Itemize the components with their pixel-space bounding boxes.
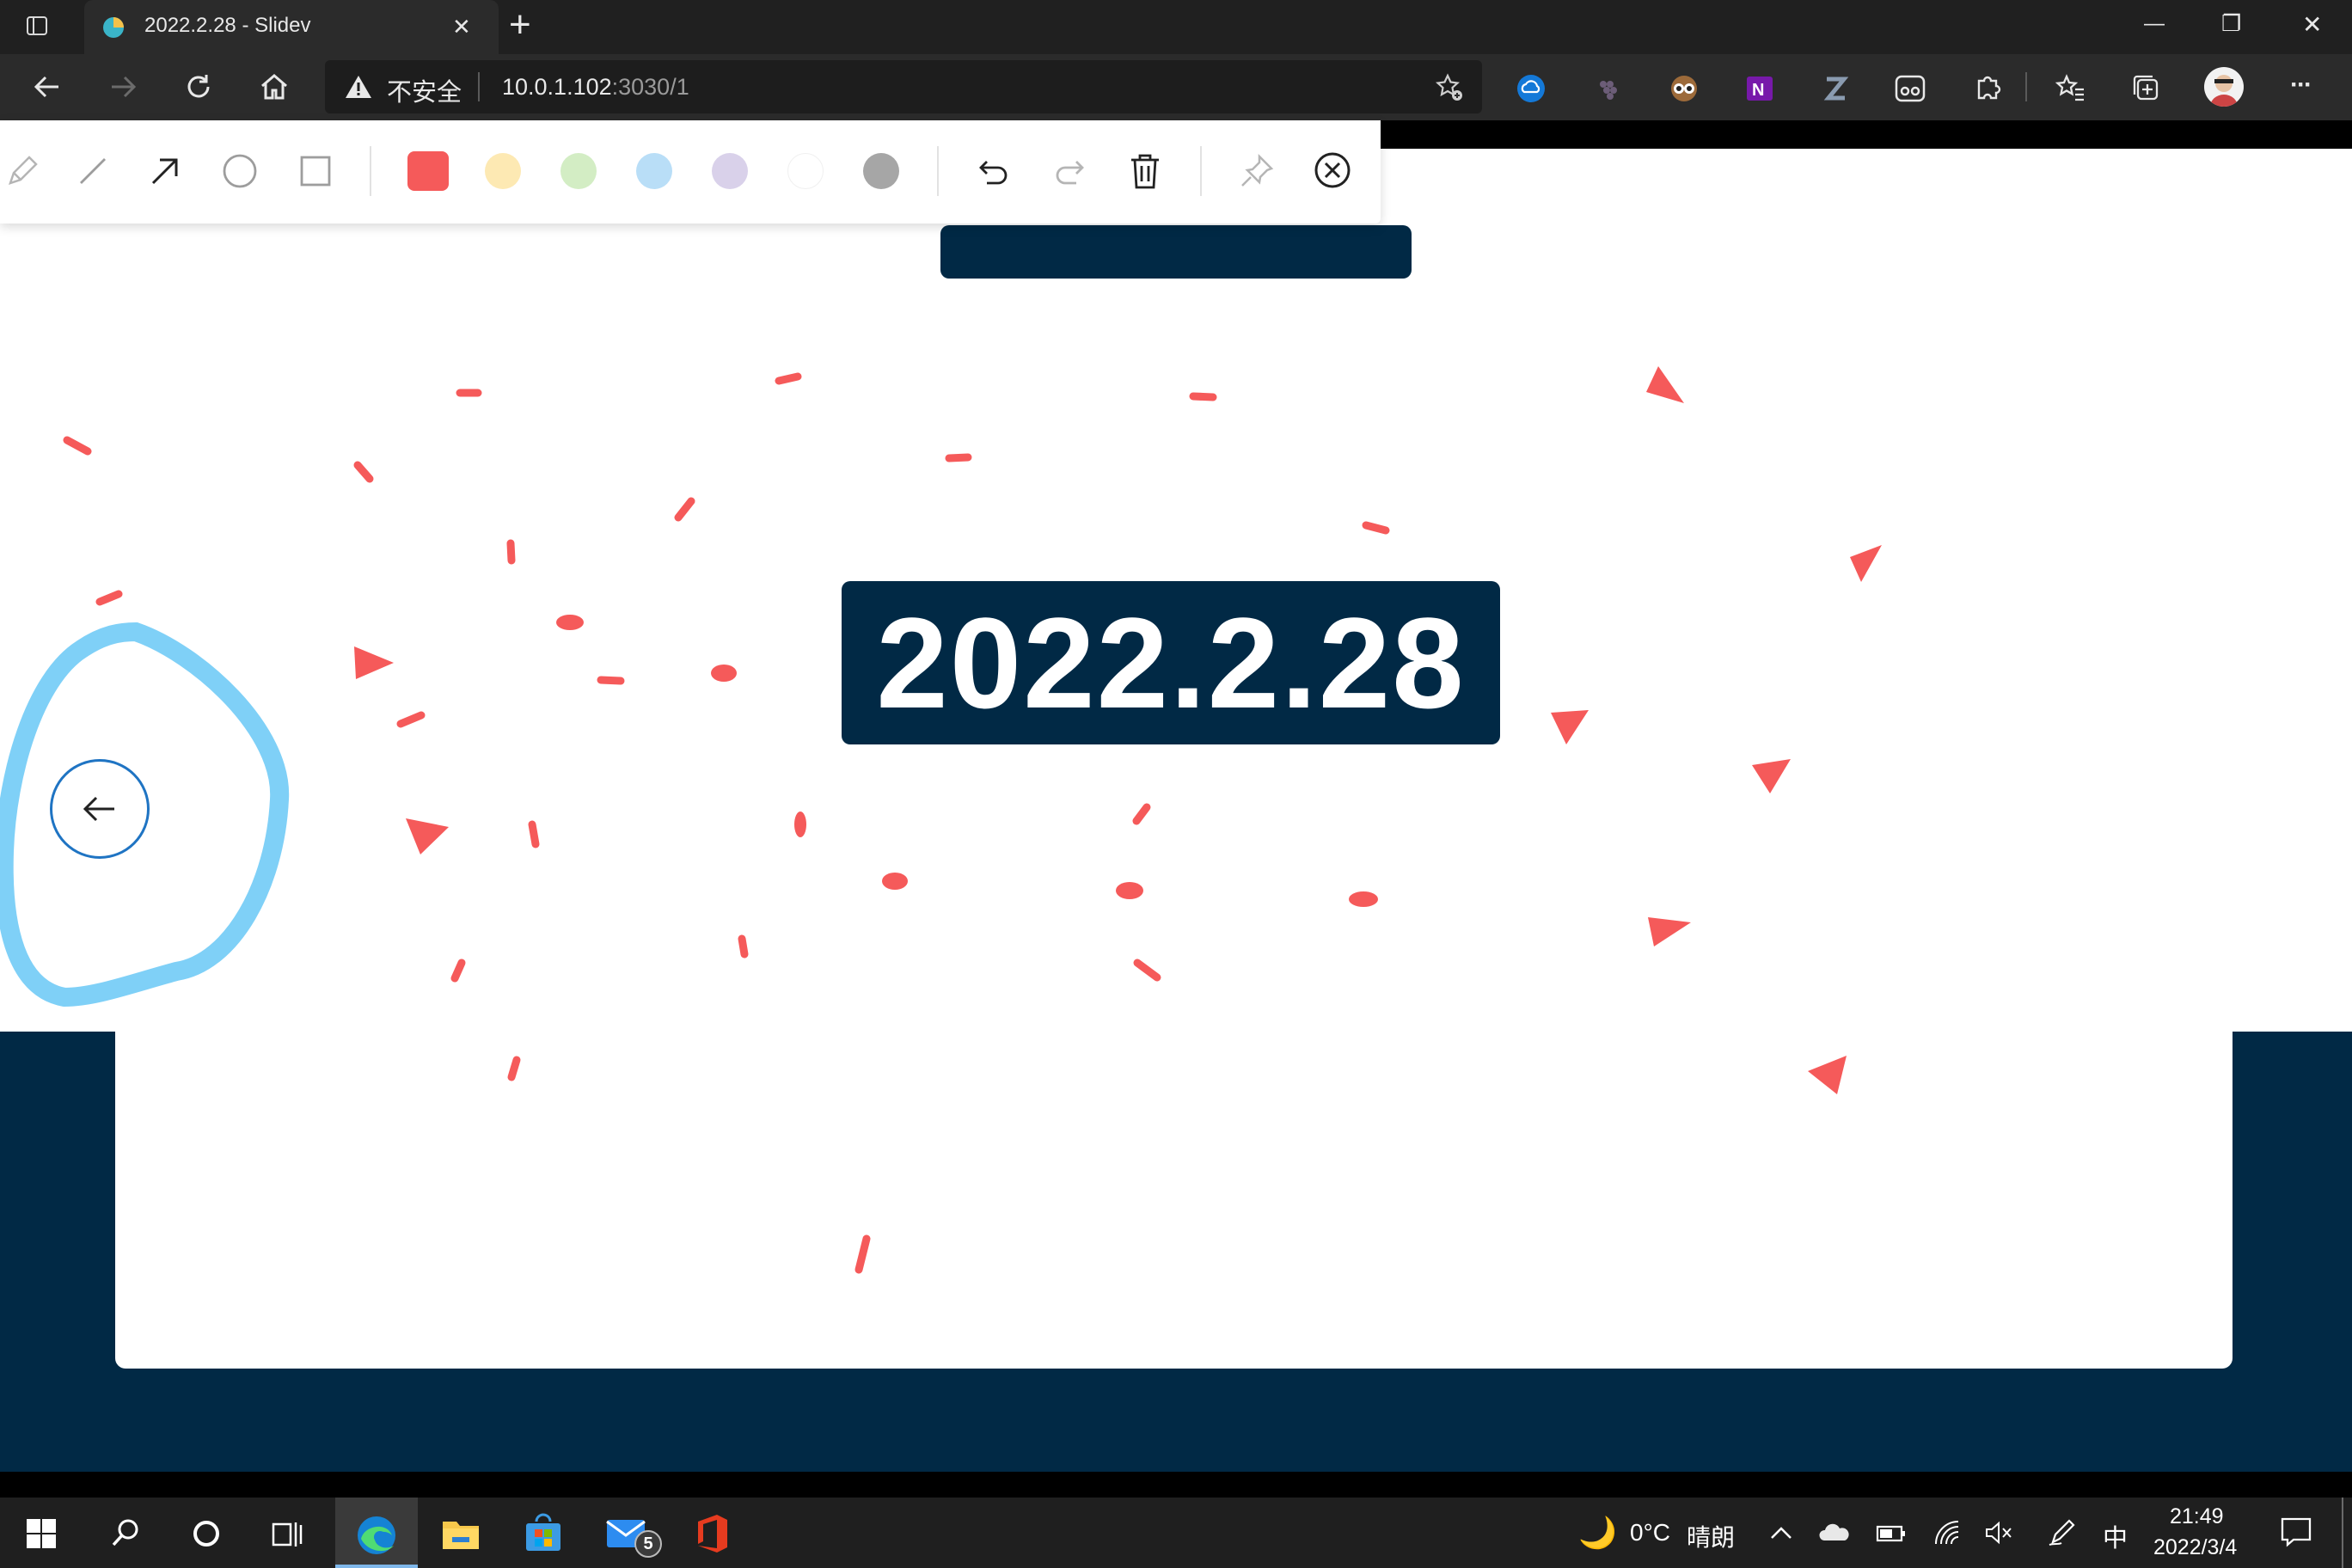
notification-icon[interactable] <box>2280 1516 2312 1552</box>
mail-badge-count: 5 <box>643 1534 653 1553</box>
close-circle-icon[interactable] <box>1312 150 1353 191</box>
weather-moon-icon: 🌙 <box>1578 1515 1617 1550</box>
color-white-swatch[interactable] <box>787 153 824 189</box>
store-icon[interactable] <box>523 1513 564 1559</box>
volume-muted-icon[interactable] <box>1984 1520 2013 1550</box>
weather-text[interactable]: 晴朗 <box>1687 1519 1735 1553</box>
clock-date[interactable]: 2022/3/4 <box>2153 1535 2237 1560</box>
color-yellow-swatch[interactable] <box>485 153 521 189</box>
rectangle-icon[interactable] <box>296 151 335 191</box>
ime-indicator[interactable]: 中 <box>2103 1518 2128 1554</box>
color-green-swatch[interactable] <box>560 153 597 189</box>
search-icon[interactable] <box>108 1516 143 1555</box>
mail-badge: 5 <box>634 1530 662 1558</box>
line-icon[interactable] <box>74 151 112 191</box>
toolbar-separator <box>370 146 371 196</box>
pin-icon[interactable] <box>1238 151 1276 191</box>
cortana-icon[interactable] <box>191 1518 222 1553</box>
color-red-swatch[interactable] <box>407 151 449 191</box>
drawing-toolbar <box>0 120 1381 224</box>
undo-icon[interactable] <box>975 151 1013 191</box>
chevron-up-icon[interactable] <box>1769 1523 1793 1547</box>
color-blue-swatch[interactable] <box>636 153 672 189</box>
edge-icon <box>354 1513 399 1562</box>
arrow-left-icon <box>83 796 114 822</box>
color-purple-swatch[interactable] <box>712 153 748 189</box>
show-desktop-strip[interactable] <box>2342 1498 2343 1568</box>
office-icon[interactable] <box>693 1513 731 1559</box>
color-grey-swatch[interactable] <box>863 153 899 189</box>
file-explorer-icon[interactable] <box>440 1515 481 1557</box>
pencil-icon[interactable] <box>3 151 41 191</box>
toolbar-separator-3 <box>1200 146 1202 196</box>
windows-start-icon[interactable] <box>26 1518 57 1553</box>
toolbar-separator-2 <box>937 146 939 196</box>
redo-icon[interactable] <box>1050 151 1088 191</box>
trash-icon[interactable] <box>1126 150 1164 193</box>
pen-icon[interactable] <box>2046 1516 2077 1552</box>
arrow-icon[interactable] <box>146 151 184 191</box>
task-view-icon[interactable] <box>270 1516 304 1555</box>
clock-time[interactable]: 21:49 <box>2170 1504 2224 1529</box>
weather-temp[interactable]: 0°C <box>1630 1519 1670 1547</box>
onedrive-cloud-icon[interactable] <box>1819 1522 1850 1547</box>
ellipse-icon[interactable] <box>220 151 260 191</box>
wifi-icon[interactable] <box>1932 1518 1962 1552</box>
prev-slide-button[interactable] <box>50 759 150 859</box>
confetti-layer <box>0 366 1882 1274</box>
battery-icon[interactable] <box>1876 1523 1907 1548</box>
